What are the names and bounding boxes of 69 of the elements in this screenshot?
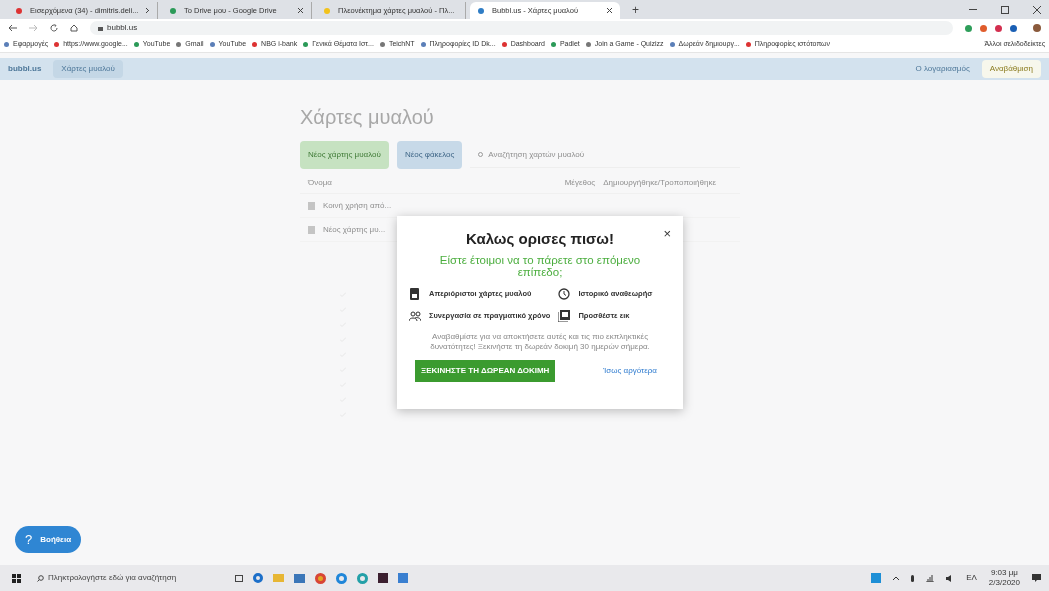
tab-close-icon[interactable]: [146, 8, 149, 13]
history-icon: [558, 287, 571, 300]
bookmark-favicon: [54, 42, 60, 47]
account-link[interactable]: Ο λογαριασμός: [915, 63, 970, 75]
language-indicator[interactable]: ΕΛ: [966, 572, 977, 584]
bookmark-favicon: [550, 42, 556, 47]
close-button[interactable]: ×: [663, 224, 671, 244]
profile-avatar[interactable]: [1033, 24, 1041, 32]
bookmark-favicon: [252, 42, 258, 47]
tab-favicon: [16, 7, 22, 14]
home-icon[interactable]: [70, 24, 78, 32]
task-view-icon[interactable]: [235, 574, 243, 582]
new-map-button[interactable]: Νέος χάρτης μυαλού: [300, 141, 389, 169]
circle-app-icon[interactable]: [336, 572, 347, 584]
bookmark-favicon: [209, 42, 215, 47]
clock-date[interactable]: 2/3/2020: [988, 578, 1020, 588]
bookmark-favicon: [303, 42, 309, 47]
back-icon[interactable]: [8, 24, 17, 32]
help-button[interactable]: ? Βοήθεια: [15, 526, 82, 553]
bookmark-favicon: [585, 42, 591, 47]
bookmark-favicon: [4, 42, 9, 47]
start-trial-button[interactable]: ΞΕΚΙΝΗΣΤΕ ΤΗ ΔΩΡΕΑΝ ΔΟΚΙΜΗ: [415, 359, 556, 382]
taskbar-search-field[interactable]: Πληκτρολογήστε εδώ για αναζήτηση: [48, 572, 219, 584]
clock-time[interactable]: 9:03 μμ: [990, 568, 1018, 578]
app-logo[interactable]: bubbl.us: [8, 63, 42, 75]
bookmark-favicon: [133, 42, 139, 47]
new-folder-button[interactable]: Νέος φάκελος: [396, 141, 463, 169]
network-icon[interactable]: [926, 574, 935, 582]
search-field[interactable]: Αναζήτηση χαρτών μυαλού: [488, 148, 732, 161]
new-tab-button[interactable]: +: [624, 1, 647, 19]
tab-close-icon[interactable]: [298, 8, 303, 13]
tab-favicon: [324, 7, 330, 14]
reload-icon[interactable]: [50, 24, 58, 32]
people-icon: [409, 309, 421, 322]
later-link[interactable]: Ίσως αργότερα: [603, 364, 657, 377]
document-icon: [409, 287, 421, 300]
bookmark-favicon: [176, 42, 182, 47]
tab-close-icon[interactable]: [607, 8, 612, 13]
windows-start-icon[interactable]: [12, 573, 21, 583]
tab-favicon: [170, 7, 176, 14]
store-icon[interactable]: [294, 573, 305, 583]
tab-favicon: [478, 7, 484, 14]
bookmark-favicon: [420, 42, 426, 47]
search-icon: [478, 151, 485, 158]
tray-app-icon[interactable]: [871, 573, 882, 583]
restore-icon[interactable]: [1001, 6, 1009, 14]
edge-icon[interactable]: [253, 573, 263, 583]
upgrade-button[interactable]: Αναβάθμιση: [981, 60, 1041, 78]
image-icon: [558, 309, 571, 322]
bookmark-favicon: [745, 42, 751, 47]
lock-icon: [98, 25, 103, 31]
dialog-text: Αναβαθμίστε για να αποκτήσετε αυτές και τις πιο εκπληκτικές δυνατότητες! Ξεκινήστε τη δωρεάν δοκιμή 30 ημερών σήμερα.: [429, 331, 651, 352]
address-bar[interactable]: bubbl.us: [90, 21, 953, 35]
help-icon: ?: [25, 529, 33, 550]
close-icon[interactable]: [1033, 6, 1041, 14]
microphone-icon[interactable]: [911, 574, 915, 582]
chrome-icon[interactable]: [315, 572, 326, 584]
file-icon: [308, 225, 315, 234]
file-icon: [308, 201, 315, 210]
page-title: Χάρτες μυαλού: [300, 105, 435, 130]
circle-app-icon[interactable]: [357, 572, 368, 584]
search-icon: [37, 574, 44, 582]
dialog-subtitle: Είστε έτοιμοι να το πάρετε στο επόμενο επίπεδο;: [438, 253, 642, 278]
bookmark-favicon: [669, 42, 675, 47]
notifications-icon[interactable]: [1032, 574, 1041, 582]
bookmark-favicon: [379, 42, 385, 47]
chevron-up-icon[interactable]: [893, 576, 900, 580]
dialog-title: Καλως ορισες πισω!: [465, 229, 614, 249]
bookmark-favicon: [501, 42, 507, 47]
